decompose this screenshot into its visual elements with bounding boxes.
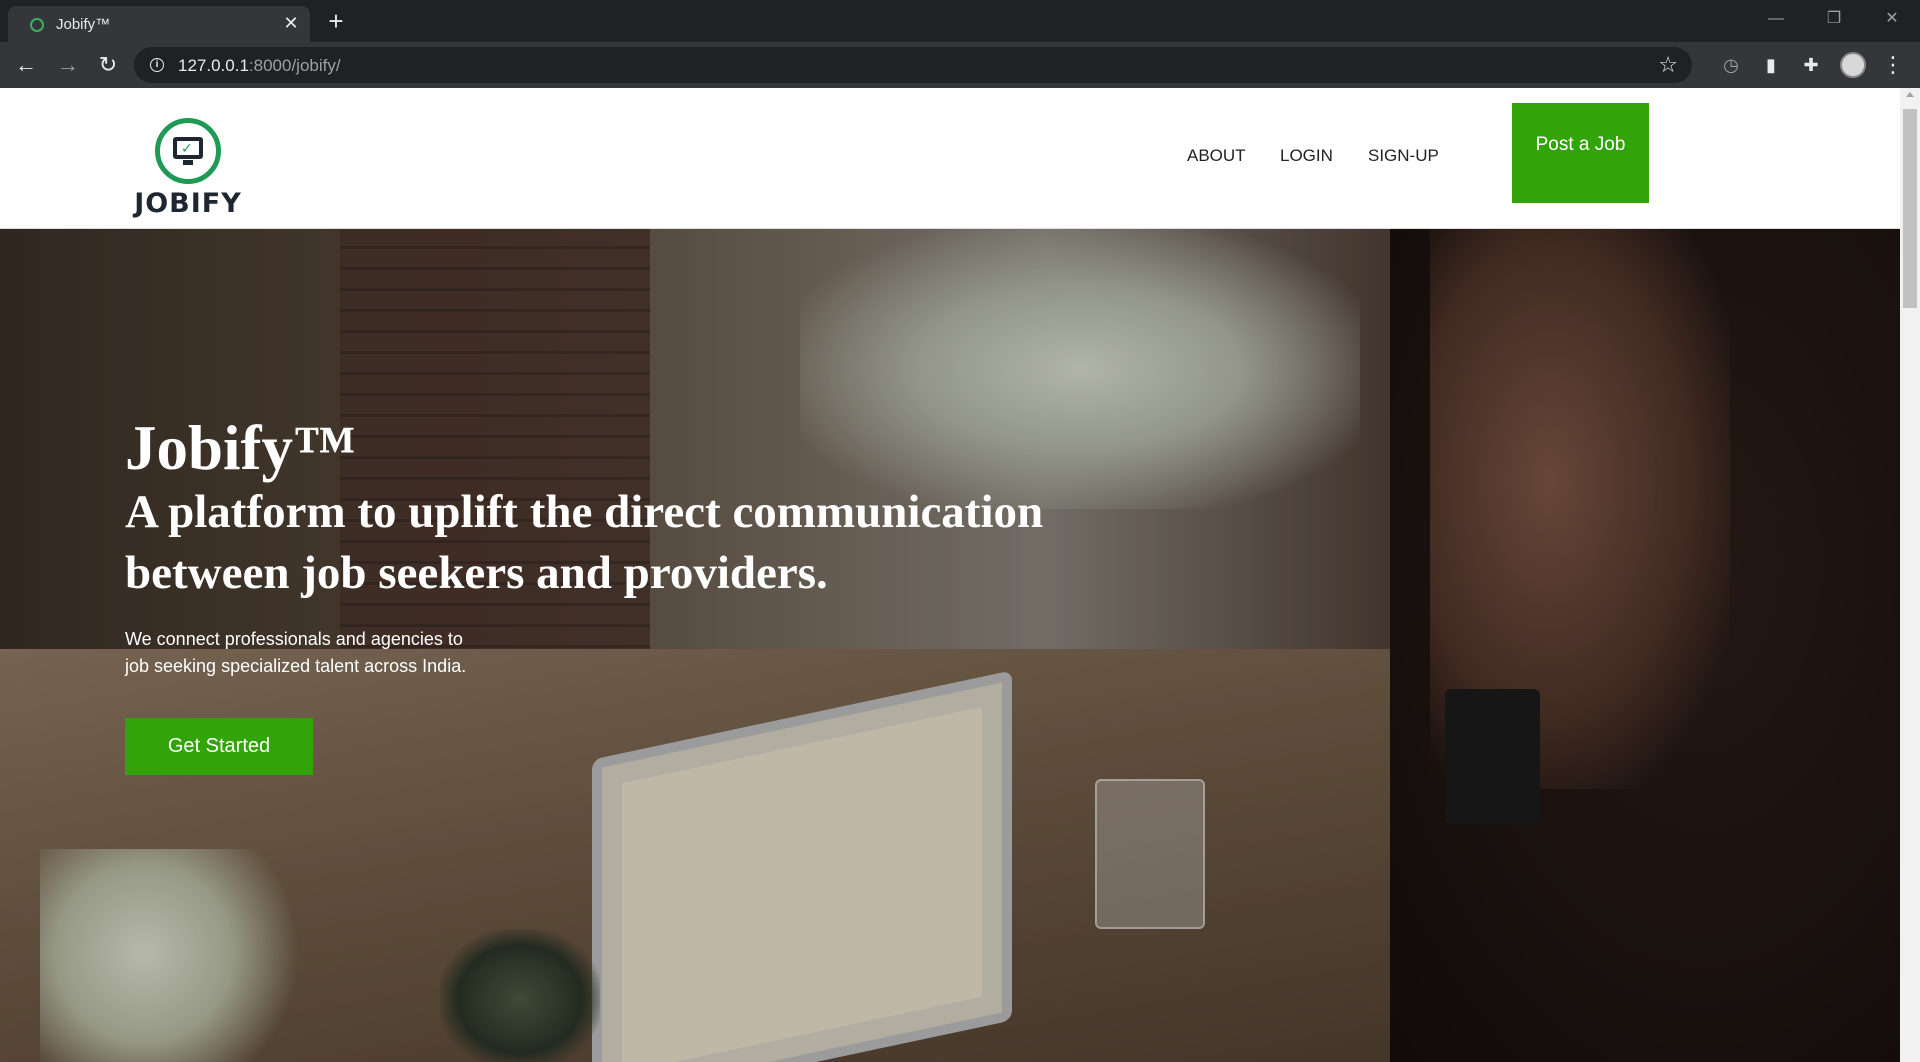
reload-icon[interactable]: ↻ <box>94 51 122 79</box>
monitor-check-icon: ✓ <box>155 118 221 184</box>
site-header: ✓ JOBIFY ABOUT LOGIN SIGN-UP Post a Job <box>0 88 1900 229</box>
bookmark-star-icon[interactable]: ☆ <box>1658 52 1678 78</box>
nav-signup[interactable]: SIGN-UP <box>1368 146 1439 166</box>
site-info-icon[interactable]: i <box>150 58 164 72</box>
page-viewport: ✓ JOBIFY ABOUT LOGIN SIGN-UP Post a Job … <box>0 88 1920 1062</box>
post-job-button[interactable]: Post a Job <box>1512 103 1649 203</box>
restore-button[interactable]: ❐ <box>1806 0 1862 38</box>
back-icon[interactable]: ← <box>12 51 40 79</box>
puzzle-icon[interactable]: ✚ <box>1798 52 1824 78</box>
address-bar[interactable]: i 127.0.0.1:8000/jobify/ ☆ <box>134 47 1692 83</box>
hero-headline-line-2: between job seekers and providers. <box>125 547 828 599</box>
browser-tabstrip: Jobify™ ✕ + — ❐ ✕ <box>0 0 1920 42</box>
close-window-button[interactable]: ✕ <box>1864 0 1920 38</box>
url-text[interactable]: 127.0.0.1:8000/jobify/ <box>178 56 341 76</box>
scroll-thumb[interactable] <box>1903 109 1917 308</box>
nav-about[interactable]: ABOUT <box>1187 146 1246 166</box>
forward-icon[interactable]: → <box>54 51 82 79</box>
favicon-icon <box>30 18 44 32</box>
scroll-up-arrow-icon[interactable] <box>1906 92 1914 97</box>
kebab-menu-icon[interactable]: ⋮ <box>1880 52 1906 78</box>
browser-toolbar: ← → ↻ i 127.0.0.1:8000/jobify/ ☆ ◷ ▮ ✚ ⋮ <box>0 42 1920 88</box>
get-started-button[interactable]: Get Started <box>125 718 313 775</box>
profile-avatar[interactable] <box>1840 52 1866 78</box>
close-tab-icon[interactable]: ✕ <box>280 12 302 34</box>
hero-content: Jobify™ A platform to uplift the direct … <box>125 414 1125 775</box>
logo-text: JOBIFY <box>134 188 242 219</box>
hero-subtext: We connect professionals and agencies to… <box>125 629 467 676</box>
browser-tab[interactable]: Jobify™ ✕ <box>8 6 310 42</box>
jobify-logo[interactable]: ✓ JOBIFY <box>128 118 248 219</box>
history-icon[interactable]: ◷ <box>1718 52 1744 78</box>
nav-login[interactable]: LOGIN <box>1280 146 1333 166</box>
hero-section: Jobify™ A platform to uplift the direct … <box>0 229 1900 1062</box>
new-tab-button[interactable]: + <box>322 8 350 36</box>
minimize-button[interactable]: — <box>1748 0 1804 38</box>
hero-brand: Jobify™ <box>125 413 357 483</box>
tab-title: Jobify™ <box>56 16 111 33</box>
extension-icon[interactable]: ▮ <box>1758 52 1784 78</box>
hero-headline-line-1: A platform to uplift the direct communic… <box>125 486 1044 538</box>
vertical-scrollbar[interactable] <box>1900 88 1920 1062</box>
